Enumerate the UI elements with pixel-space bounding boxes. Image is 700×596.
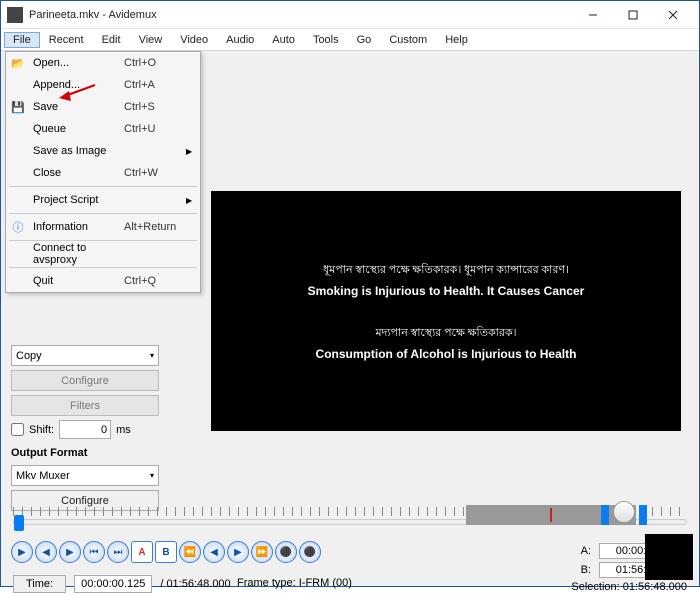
- codec-select[interactable]: Copy▾: [11, 345, 159, 366]
- info-icon: ⓘ: [13, 219, 24, 235]
- prev-black-button[interactable]: ⚫: [275, 541, 297, 563]
- app-icon: [7, 7, 23, 23]
- next-black-button[interactable]: ⚫: [299, 541, 321, 563]
- window-title: Parineeta.mkv - Avidemux: [29, 9, 573, 21]
- goto-end-button[interactable]: ⏩: [251, 541, 273, 563]
- frame-type-label: Frame type: I-FRM (00): [237, 577, 352, 589]
- nav-knob[interactable]: [613, 501, 635, 523]
- menu-recent[interactable]: Recent: [40, 32, 93, 48]
- minimize-button[interactable]: [573, 2, 613, 28]
- play-button[interactable]: ▶: [11, 541, 33, 563]
- nav-cap-left[interactable]: [601, 505, 609, 525]
- subtitle-bn-2: মদ্যপান স্বাস্থ্যের পক্ষে ক্ষতিকারক।: [375, 324, 516, 343]
- configure-button[interactable]: Configure: [11, 370, 159, 391]
- thumbnail-box: [645, 534, 693, 580]
- menu-project-script[interactable]: Project Script▶: [6, 189, 200, 211]
- menu-view[interactable]: View: [130, 32, 172, 48]
- menu-help[interactable]: Help: [436, 32, 477, 48]
- menu-quit[interactable]: QuitCtrl+Q: [6, 270, 200, 292]
- selection-label: Selection: 01:56:48.000: [571, 581, 687, 593]
- menu-open[interactable]: 📂Open...Ctrl+O: [6, 52, 200, 74]
- folder-open-icon: 📂: [11, 57, 25, 70]
- menu-save-image[interactable]: Save as Image▶: [6, 140, 200, 162]
- menu-tools[interactable]: Tools: [304, 32, 348, 48]
- next-frame-button[interactable]: ▶: [59, 541, 81, 563]
- video-preview: ধূমপান স্বাস্থ্যের পক্ষে ক্ষতিকারক। ধূমপ…: [211, 191, 681, 431]
- mark-b-button[interactable]: B: [155, 541, 177, 563]
- subtitle-en-1: Smoking is Injurious to Health. It Cause…: [308, 284, 585, 298]
- output-format-label: Output Format: [11, 447, 196, 459]
- menu-auto[interactable]: Auto: [263, 32, 304, 48]
- next-keyframe-button[interactable]: ⏭: [107, 541, 129, 563]
- timeline-thumb[interactable]: [14, 515, 24, 531]
- maximize-button[interactable]: [613, 2, 653, 28]
- time-row: Time: 00:00:00.125 / 01:56:48.000: [13, 575, 231, 593]
- menu-information[interactable]: ⓘInformationAlt+Return: [6, 216, 200, 238]
- menu-edit[interactable]: Edit: [93, 32, 130, 48]
- save-icon: 💾: [11, 101, 25, 114]
- time-field[interactable]: 00:00:00.125: [74, 575, 152, 593]
- shift-value[interactable]: 0: [59, 420, 111, 439]
- b-label: B:: [581, 564, 591, 576]
- close-button[interactable]: [653, 2, 693, 28]
- subtitle-bn-1: ধূমপান স্বাস্থ্যের পক্ষে ক্ষতিকারক। ধূমপ…: [323, 261, 569, 280]
- prev-frame-button[interactable]: ◀: [35, 541, 57, 563]
- menu-audio[interactable]: Audio: [217, 32, 263, 48]
- menu-custom[interactable]: Custom: [380, 32, 436, 48]
- menu-connect-avsproxy[interactable]: Connect to avsproxy: [6, 243, 200, 265]
- nav-cap-right[interactable]: [639, 505, 647, 525]
- menu-save[interactable]: 💾SaveCtrl+S: [6, 96, 200, 118]
- file-dropdown: 📂Open...Ctrl+O Append...Ctrl+A 💾SaveCtrl…: [5, 51, 201, 293]
- filters-button[interactable]: Filters: [11, 395, 159, 416]
- subtitle-en-2: Consumption of Alcohol is Injurious to H…: [316, 347, 577, 361]
- menu-go[interactable]: Go: [348, 32, 381, 48]
- prev-keyframe-button[interactable]: ⏮: [83, 541, 105, 563]
- left-panel: Copy▾ Configure Filters Shift: 0 ms Outp…: [11, 345, 196, 515]
- goto-b-button[interactable]: ▶: [227, 541, 249, 563]
- chevron-down-icon: ▾: [150, 351, 154, 360]
- menu-file[interactable]: File: [4, 32, 40, 48]
- menu-video[interactable]: Video: [171, 32, 217, 48]
- a-label: A:: [581, 545, 591, 557]
- menubar: File Recent Edit View Video Audio Auto T…: [1, 29, 699, 51]
- nav-strip[interactable]: [466, 505, 636, 525]
- goto-start-button[interactable]: ⏪: [179, 541, 201, 563]
- chevron-down-icon: ▾: [150, 471, 154, 480]
- duration-label: / 01:56:48.000: [160, 578, 230, 590]
- time-button[interactable]: Time:: [13, 575, 66, 593]
- menu-append[interactable]: Append...Ctrl+A: [6, 74, 200, 96]
- titlebar: Parineeta.mkv - Avidemux: [1, 1, 699, 29]
- goto-a-button[interactable]: ◀: [203, 541, 225, 563]
- playback-controls: ▶ ◀ ▶ ⏮ ⏭ A B ⏪ ◀ ▶ ⏩ ⚫ ⚫: [11, 541, 321, 563]
- shift-label: Shift:: [29, 424, 54, 436]
- menu-queue[interactable]: QueueCtrl+U: [6, 118, 200, 140]
- ms-label: ms: [116, 424, 131, 436]
- annotation-arrow: [59, 81, 99, 103]
- nav-marker: [550, 508, 552, 522]
- menu-close[interactable]: CloseCtrl+W: [6, 162, 200, 184]
- mark-a-button[interactable]: A: [131, 541, 153, 563]
- shift-checkbox[interactable]: [11, 423, 24, 436]
- muxer-select[interactable]: Mkv Muxer▾: [11, 465, 159, 486]
